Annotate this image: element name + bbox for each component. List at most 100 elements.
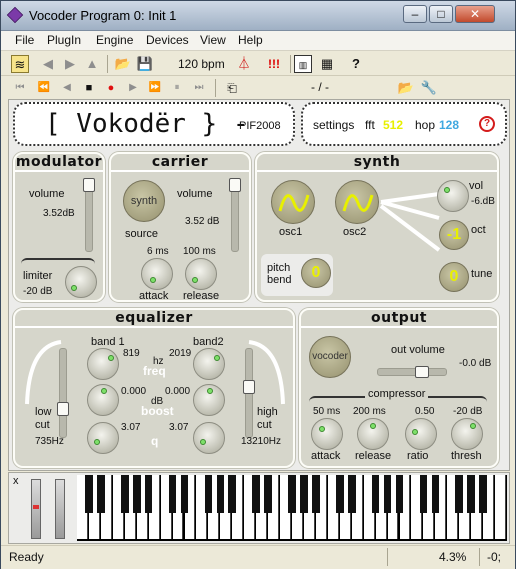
band2-boost-knob[interactable] — [193, 384, 225, 416]
osc1-waveform-button[interactable] — [271, 180, 315, 224]
metronome-icon[interactable]: ⏃ — [235, 55, 253, 73]
black-key[interactable] — [395, 475, 404, 513]
menu-plugin[interactable]: PlugIn — [47, 33, 81, 47]
black-key[interactable] — [347, 475, 356, 513]
hop-value[interactable]: 128 — [439, 118, 459, 132]
black-key[interactable] — [120, 475, 129, 513]
play-icon[interactable]: ▶ — [124, 79, 142, 97]
black-key[interactable] — [455, 475, 464, 513]
record-icon[interactable]: ● — [102, 79, 120, 97]
back-arrow-icon[interactable]: ◀ — [39, 55, 57, 73]
save-disk-icon[interactable]: 💾 — [136, 55, 154, 73]
black-key[interactable] — [252, 475, 260, 513]
panic-alert-button[interactable]: !!! — [263, 55, 285, 73]
help-button[interactable]: ? — [347, 55, 365, 73]
help-circle-icon[interactable]: ? — [479, 116, 495, 132]
synth-tune-label: tune — [471, 268, 493, 280]
settings-wrench-icon[interactable]: 🔧 — [420, 79, 438, 97]
black-key[interactable] — [132, 475, 141, 513]
black-key[interactable] — [431, 475, 440, 513]
close-button[interactable]: ✕ — [455, 5, 495, 23]
stop-icon[interactable]: ■ — [80, 79, 98, 97]
menu-file[interactable]: File — [15, 33, 34, 47]
band2-q-knob[interactable] — [193, 422, 225, 454]
forward-arrow-icon[interactable]: ▶ — [61, 55, 79, 73]
band1-freq-knob[interactable] — [87, 348, 119, 380]
rewind-icon[interactable]: ⏪ — [35, 79, 53, 97]
modulator-volume-value: 3.52dB — [43, 208, 75, 219]
minimize-button[interactable]: – — [403, 5, 427, 23]
out-volume-slider-thumb[interactable] — [415, 366, 429, 378]
black-key[interactable] — [300, 475, 308, 513]
fast-forward-icon[interactable]: ⏩ — [146, 79, 164, 97]
synth-source-button[interactable]: synth — [123, 180, 165, 222]
low-cut-slider-track[interactable] — [59, 348, 67, 438]
black-key[interactable] — [168, 475, 177, 513]
maximize-button[interactable]: □ — [429, 5, 453, 23]
black-key[interactable] — [335, 475, 344, 513]
step-back-icon[interactable]: ◀ — [58, 79, 76, 97]
black-key[interactable] — [97, 475, 105, 513]
keyboard-toggle-icon[interactable]: ▥ — [294, 55, 312, 73]
black-key[interactable] — [85, 475, 93, 513]
pitch-wheel[interactable] — [31, 479, 41, 539]
black-key[interactable] — [180, 475, 189, 513]
band2-freq-knob[interactable] — [193, 348, 225, 380]
black-key[interactable] — [216, 475, 225, 513]
fft-value[interactable]: 512 — [383, 118, 403, 132]
up-arrow-icon[interactable]: ▲ — [83, 55, 101, 73]
limiter-knob[interactable] — [65, 266, 97, 298]
high-cut-slider-thumb[interactable] — [243, 380, 255, 394]
synth-vol-knob[interactable] — [437, 180, 469, 212]
comp-thresh-knob[interactable] — [451, 418, 483, 450]
wave-tool-icon[interactable]: ≋ — [11, 55, 29, 73]
black-key[interactable] — [371, 475, 380, 513]
black-key[interactable] — [264, 475, 272, 513]
carrier-volume-slider-thumb[interactable] — [229, 178, 241, 192]
black-key[interactable] — [228, 475, 237, 513]
menu-engine[interactable]: Engine — [96, 33, 133, 47]
menu-help[interactable]: Help — [238, 33, 263, 47]
loop-icon[interactable]: ⎗ — [223, 79, 241, 97]
piano-keyboard[interactable] — [77, 475, 507, 541]
out-volume-slider-track[interactable] — [377, 368, 447, 376]
black-key[interactable] — [479, 475, 487, 513]
comp-release-knob[interactable] — [357, 418, 389, 450]
open-folder-icon[interactable]: 📂 — [114, 55, 132, 73]
open-song-icon[interactable]: 📂 — [397, 79, 415, 97]
modulator-volume-slider-thumb[interactable] — [83, 178, 95, 192]
vocoder-button[interactable]: vocoder — [309, 336, 351, 378]
black-key[interactable] — [467, 475, 475, 513]
skip-end-icon[interactable]: ⏭ — [190, 79, 208, 97]
comp-ratio-knob[interactable] — [405, 418, 437, 450]
white-key[interactable] — [495, 475, 506, 539]
pitch-bend-value[interactable]: 0 — [301, 258, 331, 288]
toolbar-separator — [215, 79, 216, 97]
carrier-volume-label: volume — [177, 188, 213, 200]
black-key[interactable] — [419, 475, 428, 513]
title-bar[interactable]: Vocoder Program 0: Init 1 – □ ✕ — [1, 1, 515, 31]
low-cut-slider-thumb[interactable] — [57, 402, 69, 416]
plugin-edit-icon[interactable]: ▦ — [318, 55, 336, 73]
bpm-display[interactable]: 120 bpm — [178, 57, 225, 71]
mod-wheel[interactable] — [55, 479, 65, 539]
black-key[interactable] — [288, 475, 296, 513]
keyboard-close-button[interactable]: x — [13, 475, 19, 487]
osc2-waveform-button[interactable] — [335, 180, 379, 224]
synth-oct-value[interactable]: -1 — [439, 220, 469, 250]
carrier-attack-knob[interactable] — [141, 258, 173, 290]
black-key[interactable] — [144, 475, 153, 513]
comp-ratio-value: 0.50 — [415, 406, 435, 417]
black-key[interactable] — [312, 475, 320, 513]
band1-boost-knob[interactable] — [87, 384, 119, 416]
black-key[interactable] — [204, 475, 213, 513]
carrier-release-knob[interactable] — [185, 258, 217, 290]
black-key[interactable] — [383, 475, 392, 513]
synth-tune-value[interactable]: 0 — [439, 262, 469, 292]
menu-devices[interactable]: Devices — [146, 33, 189, 47]
menu-view[interactable]: View — [200, 33, 226, 47]
band1-q-knob[interactable] — [87, 422, 119, 454]
comp-attack-knob[interactable] — [311, 418, 343, 450]
pause-icon[interactable]: ⏸ — [168, 79, 186, 97]
rewind-start-icon[interactable]: ⏮ — [11, 79, 29, 97]
